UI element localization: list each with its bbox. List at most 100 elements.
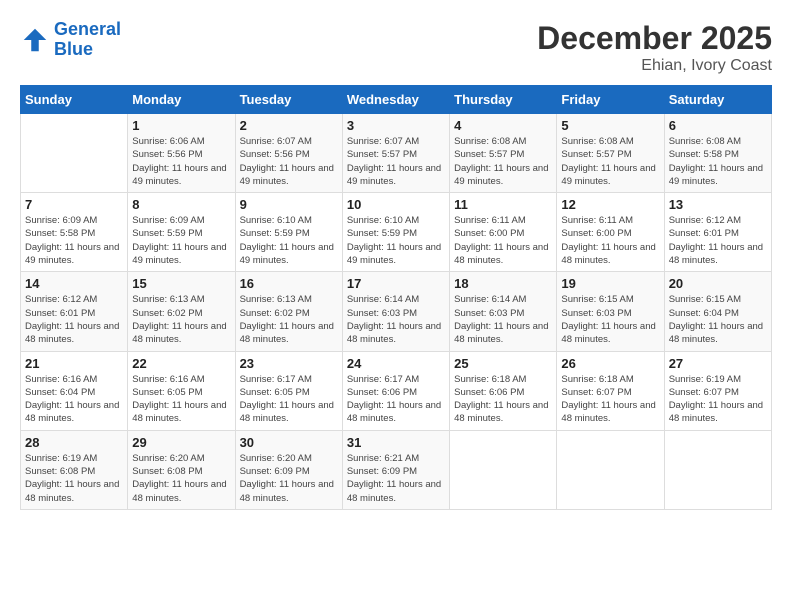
month-title: December 2025	[537, 20, 772, 57]
calendar-cell: 29 Sunrise: 6:20 AMSunset: 6:08 PMDayligh…	[128, 430, 235, 509]
calendar-cell: 7 Sunrise: 6:09 AMSunset: 5:58 PMDaylight…	[21, 193, 128, 272]
day-info: Sunrise: 6:20 AMSunset: 6:08 PMDaylight:…	[132, 452, 230, 505]
day-info: Sunrise: 6:17 AMSunset: 6:06 PMDaylight:…	[347, 373, 445, 426]
calendar-header-row: SundayMondayTuesdayWednesdayThursdayFrid…	[21, 86, 772, 114]
calendar-cell	[450, 430, 557, 509]
day-info: Sunrise: 6:14 AMSunset: 6:03 PMDaylight:…	[347, 293, 445, 346]
calendar-week-1: 1 Sunrise: 6:06 AMSunset: 5:56 PMDaylight…	[21, 114, 772, 193]
calendar-cell: 11Sunrise: 6:11 AMSunset: 6:00 PMDayligh…	[450, 193, 557, 272]
day-info: Sunrise: 6:07 AMSunset: 5:57 PMDaylight:…	[347, 135, 445, 188]
day-info: Sunrise: 6:19 AMSunset: 6:07 PMDaylight:…	[669, 373, 767, 426]
calendar-week-3: 14Sunrise: 6:12 AMSunset: 6:01 PMDayligh…	[21, 272, 772, 351]
calendar-week-2: 7 Sunrise: 6:09 AMSunset: 5:58 PMDaylight…	[21, 193, 772, 272]
col-header-wednesday: Wednesday	[342, 86, 449, 114]
day-info: Sunrise: 6:19 AMSunset: 6:08 PMDaylight:…	[25, 452, 123, 505]
calendar-week-5: 28 Sunrise: 6:19 AMSunset: 6:08 PMDayligh…	[21, 430, 772, 509]
day-info: Sunrise: 6:18 AMSunset: 6:06 PMDaylight:…	[454, 373, 552, 426]
day-number: 7	[25, 197, 123, 212]
calendar-cell	[664, 430, 771, 509]
day-number: 23	[240, 356, 338, 371]
location-title: Ehian, Ivory Coast	[537, 57, 772, 75]
day-info: Sunrise: 6:16 AMSunset: 6:05 PMDaylight:…	[132, 373, 230, 426]
day-number: 22	[132, 356, 230, 371]
calendar-cell: 16Sunrise: 6:13 AMSunset: 6:02 PMDayligh…	[235, 272, 342, 351]
col-header-thursday: Thursday	[450, 86, 557, 114]
day-info: Sunrise: 6:16 AMSunset: 6:04 PMDaylight:…	[25, 373, 123, 426]
day-number: 5	[561, 118, 659, 133]
day-number: 1	[132, 118, 230, 133]
day-number: 10	[347, 197, 445, 212]
calendar-cell: 17 Sunrise: 6:14 AMSunset: 6:03 PMDayligh…	[342, 272, 449, 351]
day-info: Sunrise: 6:08 AMSunset: 5:58 PMDaylight:…	[669, 135, 767, 188]
day-number: 14	[25, 276, 123, 291]
day-number: 21	[25, 356, 123, 371]
calendar-cell: 18 Sunrise: 6:14 AMSunset: 6:03 PMDayligh…	[450, 272, 557, 351]
day-info: Sunrise: 6:17 AMSunset: 6:05 PMDaylight:…	[240, 373, 338, 426]
calendar-cell: 21 Sunrise: 6:16 AMSunset: 6:04 PMDayligh…	[21, 351, 128, 430]
calendar-cell: 20 Sunrise: 6:15 AMSunset: 6:04 PMDayligh…	[664, 272, 771, 351]
day-number: 13	[669, 197, 767, 212]
day-number: 26	[561, 356, 659, 371]
calendar-cell: 23 Sunrise: 6:17 AMSunset: 6:05 PMDayligh…	[235, 351, 342, 430]
day-info: Sunrise: 6:10 AMSunset: 5:59 PMDaylight:…	[240, 214, 338, 267]
day-number: 15	[132, 276, 230, 291]
day-info: Sunrise: 6:07 AMSunset: 5:56 PMDaylight:…	[240, 135, 338, 188]
calendar-cell: 24 Sunrise: 6:17 AMSunset: 6:06 PMDayligh…	[342, 351, 449, 430]
col-header-tuesday: Tuesday	[235, 86, 342, 114]
day-number: 28	[25, 435, 123, 450]
day-number: 16	[240, 276, 338, 291]
calendar-cell: 4 Sunrise: 6:08 AMSunset: 5:57 PMDaylight…	[450, 114, 557, 193]
day-number: 6	[669, 118, 767, 133]
calendar-cell: 8 Sunrise: 6:09 AMSunset: 5:59 PMDaylight…	[128, 193, 235, 272]
day-number: 24	[347, 356, 445, 371]
day-number: 20	[669, 276, 767, 291]
day-info: Sunrise: 6:06 AMSunset: 5:56 PMDaylight:…	[132, 135, 230, 188]
calendar-cell: 15 Sunrise: 6:13 AMSunset: 6:02 PMDayligh…	[128, 272, 235, 351]
calendar-cell: 13Sunrise: 6:12 AMSunset: 6:01 PMDayligh…	[664, 193, 771, 272]
day-number: 18	[454, 276, 552, 291]
logo-text: General Blue	[54, 20, 121, 60]
day-info: Sunrise: 6:14 AMSunset: 6:03 PMDaylight:…	[454, 293, 552, 346]
calendar-cell: 26Sunrise: 6:18 AMSunset: 6:07 PMDayligh…	[557, 351, 664, 430]
calendar-cell: 12Sunrise: 6:11 AMSunset: 6:00 PMDayligh…	[557, 193, 664, 272]
day-info: Sunrise: 6:15 AMSunset: 6:03 PMDaylight:…	[561, 293, 659, 346]
day-number: 17	[347, 276, 445, 291]
day-info: Sunrise: 6:09 AMSunset: 5:59 PMDaylight:…	[132, 214, 230, 267]
day-number: 27	[669, 356, 767, 371]
day-info: Sunrise: 6:11 AMSunset: 6:00 PMDaylight:…	[454, 214, 552, 267]
calendar-table: SundayMondayTuesdayWednesdayThursdayFrid…	[20, 85, 772, 510]
day-info: Sunrise: 6:08 AMSunset: 5:57 PMDaylight:…	[561, 135, 659, 188]
calendar-cell: 14Sunrise: 6:12 AMSunset: 6:01 PMDayligh…	[21, 272, 128, 351]
day-info: Sunrise: 6:08 AMSunset: 5:57 PMDaylight:…	[454, 135, 552, 188]
calendar-week-4: 21 Sunrise: 6:16 AMSunset: 6:04 PMDayligh…	[21, 351, 772, 430]
calendar-cell: 3Sunrise: 6:07 AMSunset: 5:57 PMDaylight…	[342, 114, 449, 193]
calendar-cell: 10Sunrise: 6:10 AMSunset: 5:59 PMDayligh…	[342, 193, 449, 272]
day-number: 9	[240, 197, 338, 212]
calendar-cell: 1 Sunrise: 6:06 AMSunset: 5:56 PMDaylight…	[128, 114, 235, 193]
day-info: Sunrise: 6:09 AMSunset: 5:58 PMDaylight:…	[25, 214, 123, 267]
logo-blue: Blue	[54, 39, 93, 59]
day-number: 30	[240, 435, 338, 450]
day-number: 8	[132, 197, 230, 212]
calendar-cell: 6 Sunrise: 6:08 AMSunset: 5:58 PMDaylight…	[664, 114, 771, 193]
day-number: 31	[347, 435, 445, 450]
day-info: Sunrise: 6:13 AMSunset: 6:02 PMDaylight:…	[132, 293, 230, 346]
logo-general: General	[54, 19, 121, 39]
calendar-cell: 22 Sunrise: 6:16 AMSunset: 6:05 PMDayligh…	[128, 351, 235, 430]
day-number: 29	[132, 435, 230, 450]
col-header-friday: Friday	[557, 86, 664, 114]
day-info: Sunrise: 6:20 AMSunset: 6:09 PMDaylight:…	[240, 452, 338, 505]
calendar-cell: 2Sunrise: 6:07 AMSunset: 5:56 PMDaylight…	[235, 114, 342, 193]
day-number: 25	[454, 356, 552, 371]
calendar-cell: 25 Sunrise: 6:18 AMSunset: 6:06 PMDayligh…	[450, 351, 557, 430]
calendar-cell: 28 Sunrise: 6:19 AMSunset: 6:08 PMDayligh…	[21, 430, 128, 509]
col-header-sunday: Sunday	[21, 86, 128, 114]
logo-icon	[20, 25, 50, 55]
calendar-cell	[557, 430, 664, 509]
day-number: 4	[454, 118, 552, 133]
col-header-monday: Monday	[128, 86, 235, 114]
calendar-cell	[21, 114, 128, 193]
day-info: Sunrise: 6:11 AMSunset: 6:00 PMDaylight:…	[561, 214, 659, 267]
day-info: Sunrise: 6:15 AMSunset: 6:04 PMDaylight:…	[669, 293, 767, 346]
calendar-cell: 27 Sunrise: 6:19 AMSunset: 6:07 PMDayligh…	[664, 351, 771, 430]
